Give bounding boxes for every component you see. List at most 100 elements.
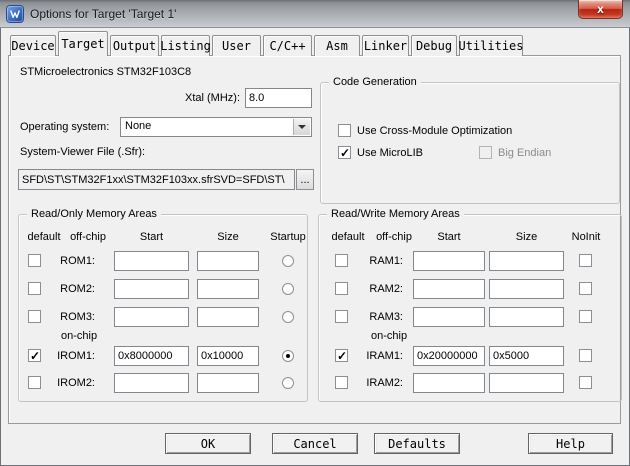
column-header-startup: Startup <box>259 231 317 243</box>
noinit-checkbox[interactable] <box>579 254 592 267</box>
system-viewer-file-input[interactable] <box>18 169 295 190</box>
cross-module-checkbox[interactable] <box>338 124 351 137</box>
dialog-title: Options for Target 'Target 1' <box>30 7 176 21</box>
start-input[interactable] <box>114 279 189 299</box>
operating-system-select[interactable]: None <box>120 117 312 137</box>
xtal-input[interactable] <box>245 88 312 108</box>
tab-target[interactable]: Target <box>58 31 108 56</box>
startup-radio[interactable] <box>282 311 294 323</box>
noinit-checkbox[interactable] <box>579 282 592 295</box>
device-name: STMicroelectronics STM32F103C8 <box>20 66 191 78</box>
options-for-target-dialog: Options for Target 'Target 1' x Device T… <box>0 0 630 466</box>
tab-utilities[interactable]: Utilities <box>459 35 523 56</box>
memory-row-label: IRAM2: <box>357 377 403 389</box>
tab-asm[interactable]: Asm <box>314 35 360 56</box>
start-input[interactable] <box>413 279 485 299</box>
size-input[interactable] <box>197 307 259 327</box>
size-input[interactable] <box>489 373 564 393</box>
default-checkbox[interactable] <box>28 310 41 323</box>
startup-radio[interactable] <box>282 283 294 295</box>
cancel-button[interactable]: Cancel <box>272 433 358 454</box>
start-input[interactable] <box>413 307 485 327</box>
tab-c-cpp[interactable]: C/C++ <box>263 35 312 56</box>
size-input[interactable] <box>489 346 564 366</box>
read-only-memory-title: Read/Only Memory Areas <box>27 208 161 220</box>
onchip-label: on-chip <box>371 330 407 342</box>
tab-debug[interactable]: Debug <box>411 35 457 56</box>
memory-row-label: ROM2: <box>47 283 95 295</box>
read-write-memory-title: Read/Write Memory Areas <box>327 208 464 220</box>
default-checkbox[interactable] <box>28 282 41 295</box>
size-input[interactable] <box>489 251 564 271</box>
iram1-row: IRAM1: <box>319 346 621 366</box>
default-checkbox[interactable] <box>335 376 348 389</box>
ok-button[interactable]: OK <box>165 433 251 454</box>
startup-radio[interactable] <box>282 377 294 389</box>
size-input[interactable] <box>197 279 259 299</box>
default-checkbox[interactable] <box>28 254 41 267</box>
tab-device[interactable]: Device <box>10 35 56 56</box>
onchip-label: on-chip <box>61 330 97 342</box>
default-checkbox[interactable] <box>28 376 41 389</box>
start-input[interactable] <box>114 251 189 271</box>
system-viewer-label: System-Viewer File (.Sfr): <box>20 146 145 158</box>
memory-row-label: RAM1: <box>357 255 403 267</box>
microlib-checkbox[interactable] <box>338 146 351 159</box>
rom2-row: ROM2: <box>19 279 307 299</box>
start-input[interactable] <box>114 373 189 393</box>
irom2-row: IROM2: <box>19 373 307 393</box>
memory-row-label: IRAM1: <box>357 350 403 362</box>
column-header-offchip: off-chip <box>371 231 417 243</box>
size-input[interactable] <box>197 251 259 271</box>
cross-module-label: Use Cross-Module Optimization <box>357 125 512 137</box>
uvision-logo-icon <box>7 6 23 22</box>
column-header-start: Start <box>413 231 485 243</box>
chevron-down-icon <box>298 125 306 129</box>
start-input[interactable] <box>413 346 485 366</box>
default-checkbox[interactable] <box>335 349 348 362</box>
size-input[interactable] <box>489 279 564 299</box>
size-input[interactable] <box>489 307 564 327</box>
memory-row-label: ROM3: <box>47 311 95 323</box>
default-checkbox[interactable] <box>28 349 41 362</box>
start-input[interactable] <box>413 373 485 393</box>
memory-row-label: IROM1: <box>47 350 95 362</box>
browse-sfr-button[interactable]: ... <box>296 169 314 190</box>
column-header-default: default <box>327 231 369 243</box>
irom1-row: IROM1: <box>19 346 307 366</box>
tab-linker[interactable]: Linker <box>362 35 409 56</box>
memory-row-label: RAM3: <box>357 311 403 323</box>
help-button[interactable]: Help <box>528 433 613 454</box>
default-checkbox[interactable] <box>335 282 348 295</box>
startup-radio[interactable] <box>282 255 294 267</box>
default-checkbox[interactable] <box>335 310 348 323</box>
tab-listing[interactable]: Listing <box>161 35 210 56</box>
tab-user[interactable]: User <box>212 35 261 56</box>
operating-system-label: Operating system: <box>20 121 109 133</box>
size-input[interactable] <box>197 373 259 393</box>
rom1-row: ROM1: <box>19 251 307 271</box>
titlebar[interactable]: Options for Target 'Target 1' x <box>0 0 630 28</box>
dropdown-button[interactable] <box>293 119 310 135</box>
defaults-button[interactable]: Defaults <box>374 433 460 454</box>
close-icon: x <box>597 3 604 15</box>
start-input[interactable] <box>413 251 485 271</box>
startup-radio[interactable] <box>282 350 294 362</box>
column-header-start: Start <box>114 231 189 243</box>
column-header-size: Size <box>489 231 564 243</box>
memory-row-label: ROM1: <box>47 255 95 267</box>
size-input[interactable] <box>197 346 259 366</box>
column-header-default: default <box>23 231 65 243</box>
column-header-noinit: NoInit <box>561 231 611 243</box>
noinit-checkbox[interactable] <box>579 310 592 323</box>
noinit-checkbox[interactable] <box>579 376 592 389</box>
code-generation-title: Code Generation <box>329 76 421 88</box>
start-input[interactable] <box>114 346 189 366</box>
default-checkbox[interactable] <box>335 254 348 267</box>
noinit-checkbox[interactable] <box>579 349 592 362</box>
close-button[interactable]: x <box>578 0 623 19</box>
ram3-row: RAM3: <box>319 307 621 327</box>
column-header-size: Size <box>197 231 259 243</box>
start-input[interactable] <box>114 307 189 327</box>
tab-output[interactable]: Output <box>110 35 159 56</box>
